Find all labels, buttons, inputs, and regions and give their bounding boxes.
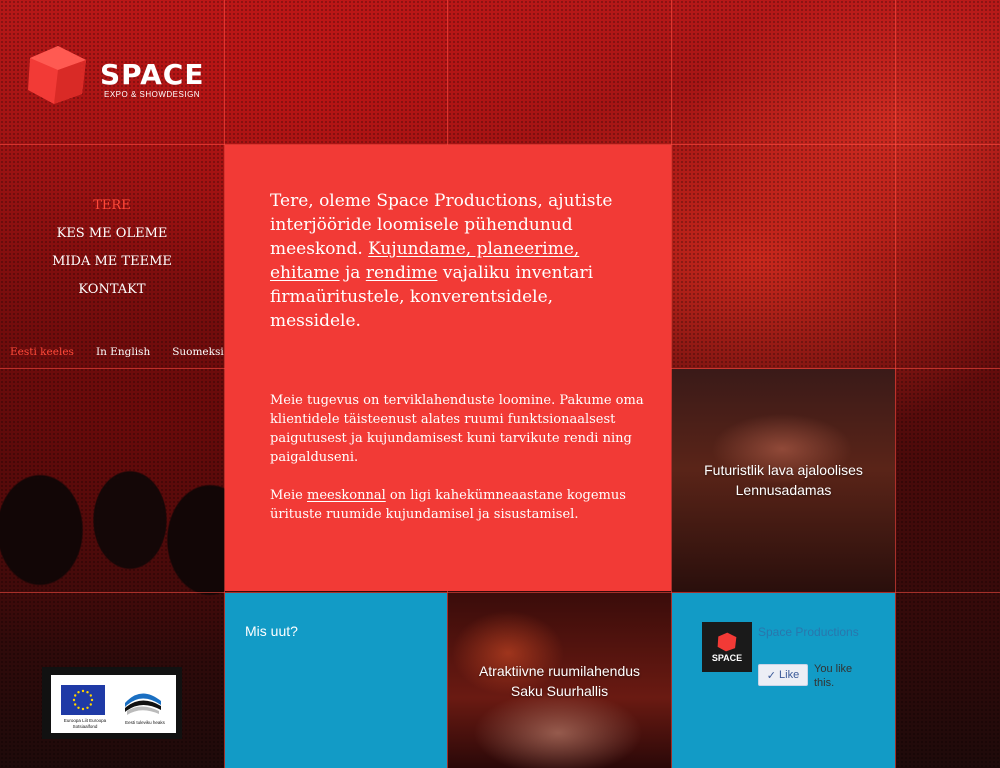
like-label: Like: [779, 669, 800, 681]
you-like-text: You like this.: [814, 663, 853, 689]
rental-link[interactable]: rendime: [366, 263, 438, 283]
brand-name: SPACE: [100, 58, 205, 91]
facebook-page-name[interactable]: Space Productions: [758, 624, 868, 640]
site-logo[interactable]: SPACE EXPO & SHOWDESIGN: [24, 44, 214, 110]
cube-logo-icon: [717, 632, 737, 651]
nav-item-kes-me-oleme[interactable]: KES ME OLEME: [0, 220, 224, 248]
language-switcher: Eesti keeles In English Suomeksi: [10, 345, 224, 359]
team-link[interactable]: meeskonnal: [307, 488, 386, 503]
eu-caption: Euroopa Liit Euroopa Sotsiaalfond: [63, 718, 107, 729]
intro-mid: ja: [345, 263, 361, 283]
facebook-widget: SPACE Space Productions ✓ Like You like …: [672, 593, 895, 768]
body-paragraph-2: Meie meeskonnal on ligi kahekümneaastane…: [270, 486, 650, 524]
project-tile-saku-suurhall[interactable]: Atraktiivne ruumilahendus Saku Suurhalli…: [448, 593, 671, 768]
body-paragraph-1: Meie tugevus on terviklahenduste loomine…: [270, 393, 644, 465]
project-caption: Atraktiivne ruumilahendus Saku Suurhalli…: [478, 662, 641, 699]
body-p2-pre: Meie: [270, 488, 303, 503]
nav-item-kontakt[interactable]: KONTAKT: [0, 276, 224, 304]
facebook-like-button[interactable]: ✓ Like: [758, 664, 808, 686]
lang-english[interactable]: In English: [96, 346, 150, 358]
news-tile[interactable]: Mis uut?: [225, 593, 447, 768]
avatar-word: SPACE: [711, 652, 743, 663]
project-tile-lennusadam[interactable]: Futuristlik lava ajaloolises Lennusadama…: [672, 369, 895, 591]
body-text: Meie tugevus on terviklahenduste loomine…: [270, 391, 650, 524]
eu-funding-logos: Euroopa Liit Euroopa Sotsiaalfond Eesti …: [42, 667, 182, 739]
nav-item-tere[interactable]: TERE: [0, 192, 224, 220]
intro-text: Tere, oleme Space Productions, ajutiste …: [270, 189, 640, 333]
project-caption: Futuristlik lava ajaloolises Lennusadama…: [704, 462, 863, 498]
facebook-page-avatar[interactable]: SPACE: [702, 622, 752, 672]
check-icon: ✓: [766, 669, 777, 682]
estonia-logo-icon: [125, 693, 161, 715]
estonia-caption: Eesti tuleviku heaks: [125, 720, 165, 725]
lang-estonian[interactable]: Eesti keeles: [10, 346, 74, 358]
nav-item-mida-me-teeme[interactable]: MIDA ME TEEME: [0, 248, 224, 276]
news-label: Mis uut?: [245, 623, 298, 639]
lang-finnish[interactable]: Suomeksi: [172, 346, 224, 358]
eu-flag-icon: [61, 685, 105, 715]
brand-tagline: EXPO & SHOWDESIGN: [104, 90, 201, 99]
intro-panel: Tere, oleme Space Productions, ajutiste …: [225, 145, 671, 591]
cube-logo-icon: [28, 46, 86, 104]
main-nav: TERE KES ME OLEME MIDA ME TEEME KONTAKT: [0, 192, 224, 304]
